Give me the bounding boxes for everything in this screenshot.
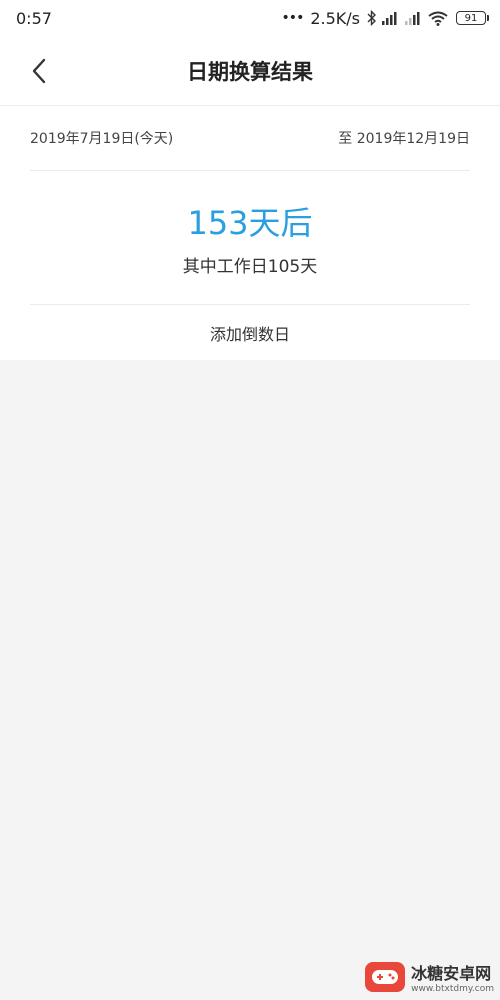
start-date: 2019年7月19日(今天) [30,131,174,147]
watermark: 冰糖安卓网 www.btxtdmy.com [365,960,494,994]
signal-icon [382,11,400,25]
divider [30,304,470,305]
result-card: 2019年7月19日(今天) 至 2019年12月19日 153天后 其中工作日… [0,106,500,360]
status-time: 0:57 [16,8,52,28]
signal-icon [405,11,423,25]
days-result: 153天后 [187,204,313,242]
workdays-result: 其中工作日105天 [182,257,318,277]
page-title: 日期换算结果 [187,60,313,84]
wifi-icon [428,11,448,26]
watermark-logo [365,962,406,992]
add-countdown-button[interactable]: 添加倒数日 [0,321,500,345]
gamepad-icon [372,970,399,984]
status-icons: ••• 2.5K/s 91 [281,8,489,28]
end-date: 至 2019年12月19日 [338,131,470,147]
watermark-url: www.btxtdmy.com [411,984,494,994]
watermark-name: 冰糖安卓网 [411,964,492,983]
network-speed: 2.5K/s [310,8,360,28]
bluetooth-icon [367,10,377,26]
app-header: 日期换算结果 [0,36,500,106]
watermark-text: 冰糖安卓网 www.btxtdmy.com [411,960,494,994]
status-bar: 0:57 ••• 2.5K/s 91 [0,0,500,36]
more-dots: ••• [281,10,305,26]
date-range-row: 2019年7月19日(今天) 至 2019年12月19日 [30,128,470,148]
divider [30,170,470,171]
battery-icon: 91 [456,11,489,25]
